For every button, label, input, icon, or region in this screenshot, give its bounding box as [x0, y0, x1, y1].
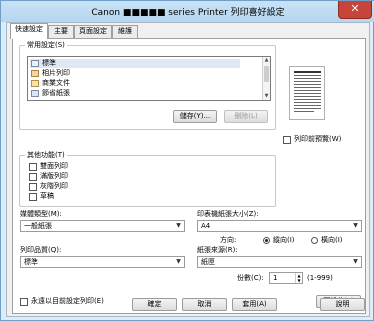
page-preview-image — [289, 66, 325, 120]
list-item-label: 相片列印 — [42, 69, 70, 77]
portrait-radio[interactable] — [263, 237, 270, 244]
list-item-label: 商業文件 — [42, 79, 70, 87]
document-icon — [31, 80, 39, 87]
always-print-current-checkbox[interactable] — [20, 298, 28, 306]
list-scrollbar[interactable]: ▲ ▼ — [262, 57, 270, 100]
copies-range: (1-999) — [307, 274, 333, 282]
paper-saving-icon — [31, 90, 39, 97]
draft-label: 草稿 — [40, 192, 54, 200]
borderless-label: 滿版列印 — [40, 172, 68, 180]
list-item-standard[interactable]: 標準 — [30, 59, 240, 68]
copies-value: 1 — [273, 274, 278, 282]
chevron-down-icon: ▼ — [176, 222, 181, 229]
paper-source-label: 紙張來源(R): — [197, 246, 238, 254]
print-quality-value: 標準 — [24, 258, 38, 266]
grayscale-label: 灰階列印 — [40, 182, 68, 190]
save-button[interactable]: 儲存(Y)... — [173, 110, 217, 123]
common-settings-label: 常用設定(S) — [25, 41, 67, 50]
portrait-label: 縱向(I) — [273, 236, 295, 244]
media-type-value: 一般紙張 — [24, 222, 52, 230]
dialog-body: 快速設定 主要 頁面設定 維護 常用設定(S) 標準 相片列印 商業文件 節省紙… — [6, 22, 370, 317]
borderless-checkbox[interactable] — [29, 173, 37, 181]
paper-source-select[interactable]: 紙匣 ▼ — [197, 256, 362, 268]
paper-size-select[interactable]: A4 ▼ — [197, 220, 362, 232]
print-quality-label: 列印品質(Q): — [20, 246, 62, 254]
tab-quick-setup[interactable]: 快速設定 — [10, 23, 48, 39]
orientation-label: 方向: — [220, 236, 237, 244]
tab-main[interactable]: 主要 — [48, 25, 74, 38]
cancel-button[interactable]: 取消 — [182, 298, 227, 311]
scroll-down-icon[interactable]: ▼ — [263, 93, 270, 100]
spin-down-icon[interactable]: ▼ — [295, 278, 302, 283]
copies-label: 份數(C): — [237, 274, 264, 282]
list-item-label: 節省紙張 — [42, 89, 70, 97]
draft-checkbox[interactable] — [29, 193, 37, 201]
duplex-label: 雙面列印 — [40, 162, 68, 170]
apply-button[interactable]: 套用(A) — [232, 298, 277, 311]
close-button[interactable]: ✕ — [338, 1, 372, 19]
chevron-down-icon: ▼ — [353, 222, 358, 229]
always-print-current-label: 永遠以目前設定列印(E) — [31, 297, 104, 305]
list-item-business-doc[interactable]: 商業文件 — [30, 79, 240, 88]
title-bar: Canon ■■■■■ series Printer 列印喜好設定 ✕ — [1, 1, 374, 22]
settings-icon — [31, 60, 39, 67]
preview-before-print-label: 列印前預覽(W) — [294, 135, 342, 143]
tab-maintenance[interactable]: 維護 — [112, 25, 138, 38]
printer-preferences-window: Canon ■■■■■ series Printer 列印喜好設定 ✕ 快速設定… — [0, 0, 374, 321]
paper-source-value: 紙匣 — [201, 258, 215, 266]
scroll-thumb[interactable] — [264, 66, 269, 82]
window-title: Canon ■■■■■ series Printer 列印喜好設定 — [91, 8, 285, 18]
landscape-radio[interactable] — [311, 237, 318, 244]
quick-setup-panel: 常用設定(S) 標準 相片列印 商業文件 節省紙張 ▲ ▼ 儲存(Y)... 刪… — [12, 38, 366, 314]
ok-button[interactable]: 確定 — [132, 298, 177, 311]
other-features-label: 其他功能(T) — [25, 151, 67, 160]
media-type-select[interactable]: 一般紙張 ▼ — [20, 220, 185, 232]
landscape-label: 橫向(I) — [321, 236, 343, 244]
list-item-label: 標準 — [42, 59, 56, 67]
delete-button[interactable]: 刪除(L) — [224, 110, 268, 123]
chevron-down-icon: ▼ — [176, 258, 181, 265]
paper-size-label: 印表機紙張大小(Z): — [197, 210, 259, 218]
media-type-label: 媒體類型(M): — [20, 210, 62, 218]
list-item-photo[interactable]: 相片列印 — [30, 69, 240, 78]
common-settings-list[interactable]: 標準 相片列印 商業文件 節省紙張 ▲ ▼ — [27, 56, 271, 101]
grayscale-checkbox[interactable] — [29, 183, 37, 191]
help-button[interactable]: 說明 — [320, 298, 365, 311]
photo-icon — [31, 70, 39, 77]
chevron-down-icon: ▼ — [353, 258, 358, 265]
preview-before-print-checkbox[interactable] — [283, 136, 291, 144]
copies-spinner[interactable]: 1 ▲ ▼ — [269, 272, 303, 284]
paper-size-value: A4 — [201, 222, 211, 230]
list-item-paper-saving[interactable]: 節省紙張 — [30, 89, 240, 98]
print-quality-select[interactable]: 標準 ▼ — [20, 256, 185, 268]
tab-page-setup[interactable]: 頁面設定 — [74, 25, 112, 38]
duplex-checkbox[interactable] — [29, 163, 37, 171]
scroll-up-icon[interactable]: ▲ — [263, 57, 270, 64]
